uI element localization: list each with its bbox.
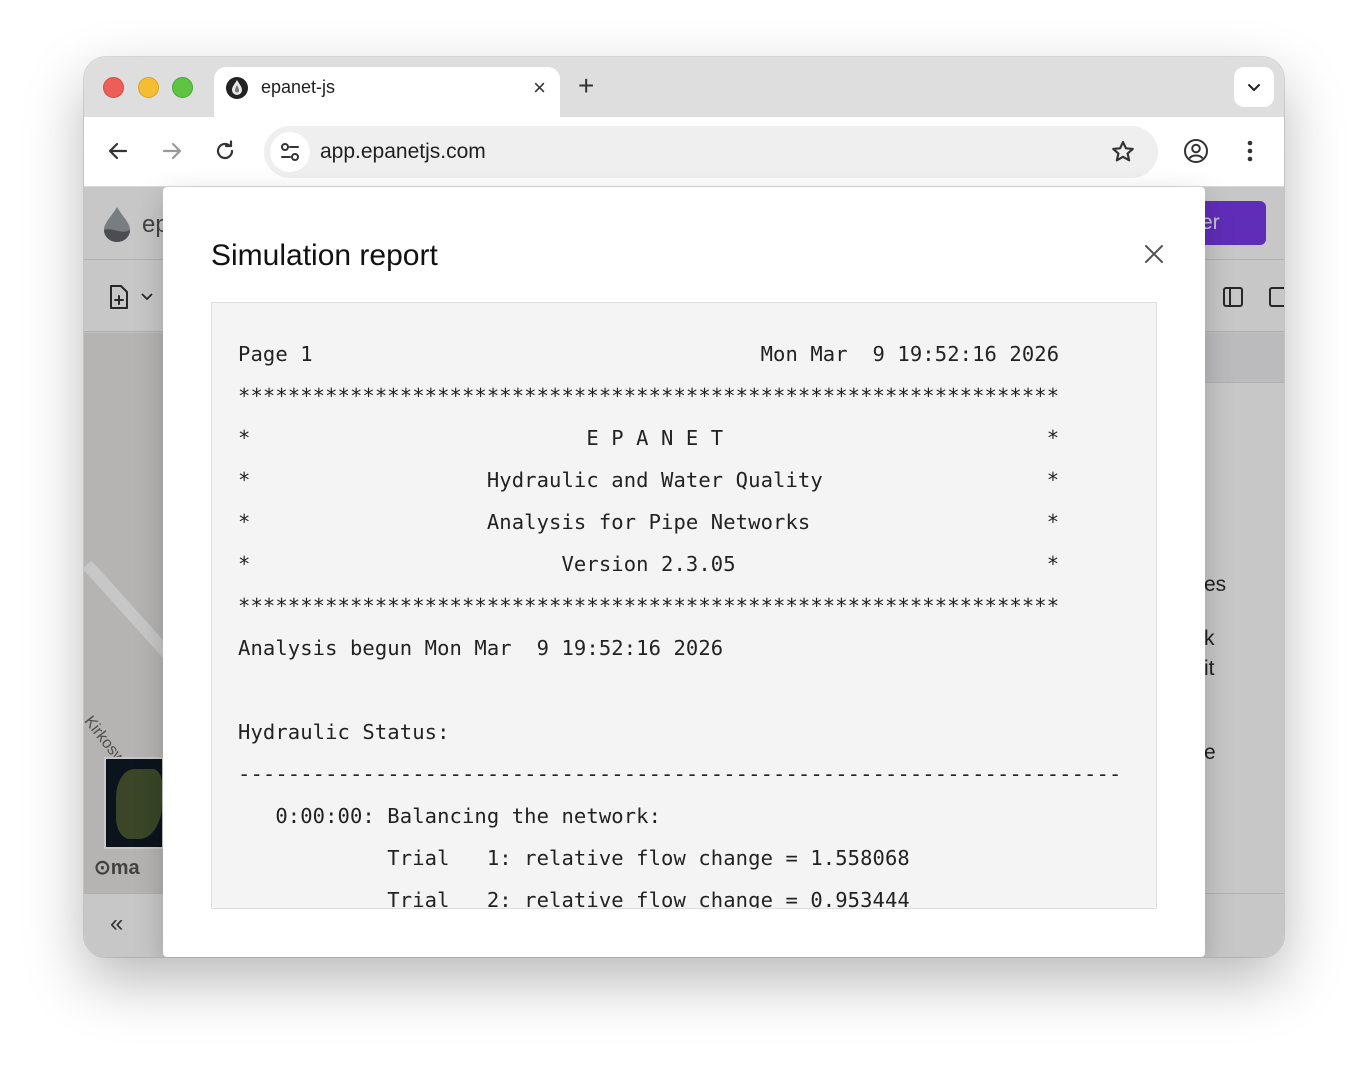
browser-menu-button[interactable] xyxy=(1236,137,1264,165)
report-line: Analysis begun Mon Mar 9 19:52:16 2026 xyxy=(238,636,724,660)
arrow-left-icon xyxy=(108,142,128,160)
report-content[interactable]: Page 1 Mon Mar 9 19:52:16 2026 **********… xyxy=(211,302,1157,909)
minimize-window-button[interactable] xyxy=(138,77,159,98)
report-line: ****************************************… xyxy=(238,594,1060,618)
profile-button[interactable] xyxy=(1182,137,1210,165)
site-info-button[interactable] xyxy=(270,132,310,172)
tab-title: epanet-js xyxy=(261,77,336,97)
tab-bar: epanet-js × + xyxy=(84,57,1284,117)
maximize-window-button[interactable] xyxy=(172,77,193,98)
simulation-report-dialog: Simulation report Page 1 Mon Mar 9 19:52… xyxy=(163,187,1205,957)
report-line: Page 1 Mon Mar 9 19:52:16 2026 xyxy=(238,342,1060,366)
report-line: ----------------------------------------… xyxy=(238,762,1122,786)
report-line: ****************************************… xyxy=(238,384,1060,408)
forward-button[interactable] xyxy=(158,137,186,165)
report-line: * E P A N E T * xyxy=(238,426,1060,450)
report-line: * Hydraulic and Water Quality * xyxy=(238,468,1060,492)
address-bar[interactable]: app.epanetjs.com xyxy=(264,126,1158,178)
reload-button[interactable] xyxy=(211,137,239,165)
browser-toolbar: app.epanetjs.com xyxy=(84,117,1284,187)
browser-window: epanet-js × + app.epanetjs.com ep Kirkos… xyxy=(84,57,1284,957)
tab-epanet-js[interactable]: epanet-js × xyxy=(214,67,560,117)
report-line: * Analysis for Pipe Networks * xyxy=(238,510,1060,534)
back-button[interactable] xyxy=(104,137,132,165)
bookmark-star-icon[interactable] xyxy=(1110,139,1136,165)
tune-icon xyxy=(281,143,299,161)
report-line: 0:00:00: Balancing the network: xyxy=(238,804,662,828)
close-icon[interactable] xyxy=(1141,241,1167,267)
new-tab-button[interactable]: + xyxy=(578,71,594,101)
chevron-down-icon xyxy=(1248,84,1260,91)
report-text: Page 1 Mon Mar 9 19:52:16 2026 **********… xyxy=(238,333,1156,909)
report-line xyxy=(238,669,1156,711)
tab-close-icon[interactable]: × xyxy=(533,75,546,101)
report-line: Trial 2: relative flow change = 0.953444 xyxy=(238,888,910,909)
arrow-right-icon xyxy=(162,142,182,160)
tab-search-button[interactable] xyxy=(1234,67,1274,107)
more-vertical-icon xyxy=(1247,140,1253,162)
close-window-button[interactable] xyxy=(103,77,124,98)
report-line: * Version 2.3.05 * xyxy=(238,552,1060,576)
epanet-favicon-icon xyxy=(226,77,248,99)
reload-icon xyxy=(216,140,234,160)
account-circle-icon xyxy=(1184,139,1208,163)
dialog-title: Simulation report xyxy=(211,239,438,272)
url-text[interactable]: app.epanetjs.com xyxy=(320,140,486,164)
report-line: Trial 1: relative flow change = 1.558068 xyxy=(238,846,910,870)
report-line: Hydraulic Status: xyxy=(238,720,450,744)
